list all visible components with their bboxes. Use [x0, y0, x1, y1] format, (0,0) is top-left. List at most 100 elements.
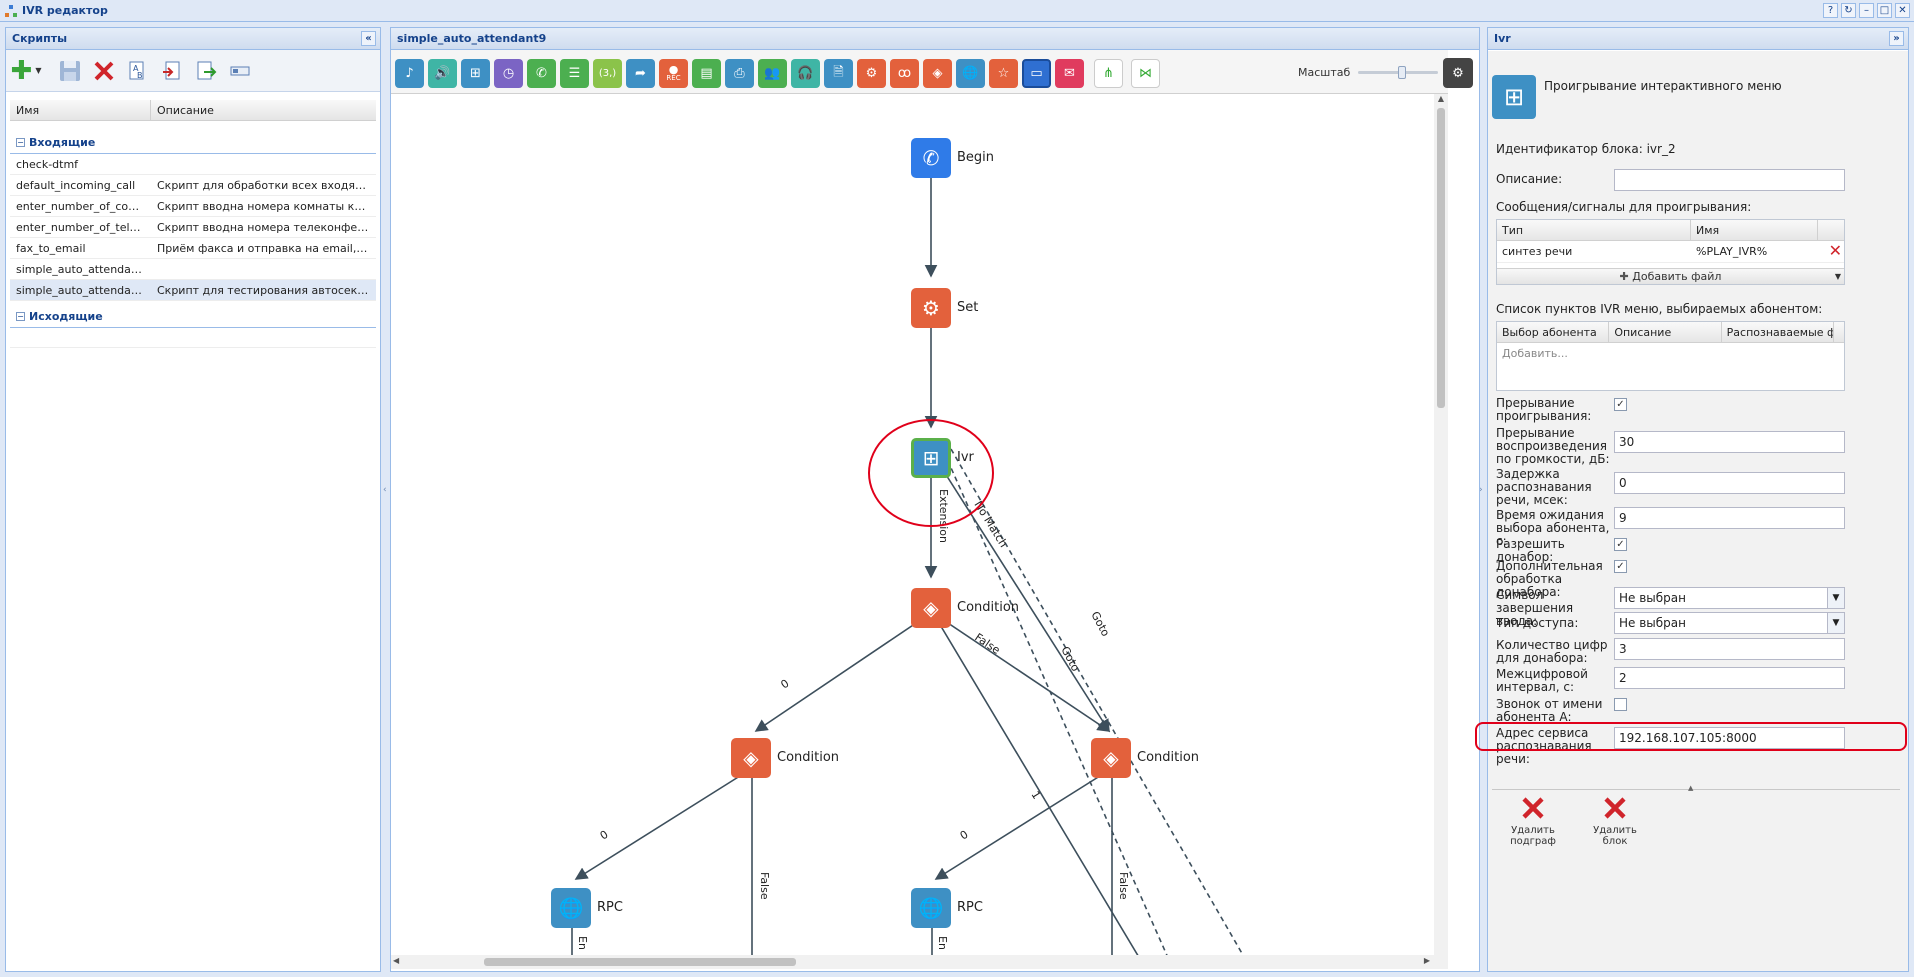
dial-checkbox[interactable]: ✓ [1614, 538, 1627, 551]
group-incoming[interactable]: − Входящие [10, 127, 376, 154]
zoom-slider-thumb[interactable] [1398, 66, 1406, 79]
block-time-button[interactable]: ◷ [494, 59, 523, 88]
settings-button[interactable]: ⚙ [1443, 58, 1473, 88]
node-begin[interactable]: ✆ [911, 138, 951, 178]
column-type[interactable]: Тип [1497, 220, 1691, 240]
block-rpc-button[interactable]: 🌐 [956, 59, 985, 88]
endsym-select[interactable]: Не выбран ▼ [1614, 587, 1845, 609]
interval-input[interactable]: 2 [1614, 667, 1845, 689]
hscroll-thumb[interactable] [484, 958, 796, 966]
node-rpc-left[interactable]: 🌐 [551, 888, 591, 928]
column-name[interactable]: Имя [10, 100, 151, 120]
block-form-button[interactable]: ☰ [560, 59, 589, 88]
node-set[interactable]: ⚙ [911, 288, 951, 328]
chevron-down-icon[interactable]: ▼ [1835, 269, 1841, 284]
group-outgoing[interactable]: − Исходящие [10, 301, 376, 328]
block-voicemail-button[interactable]: ꝏ [890, 59, 919, 88]
block-dial-button[interactable]: ✆ [527, 59, 556, 88]
column-choice[interactable]: Выбор абонента [1497, 322, 1610, 342]
canvas-vscrollbar[interactable]: ▲ [1434, 94, 1448, 955]
delete-subgraph-button[interactable]: Удалить подграф [1492, 796, 1574, 847]
node-rpc-right[interactable]: 🌐 [911, 888, 951, 928]
splitter-grip-icon[interactable]: ▲ [1688, 784, 1693, 792]
left-splitter-handle[interactable]: ‹ [383, 485, 387, 505]
column-description[interactable]: Описание [1609, 322, 1722, 342]
help-button[interactable]: ? [1823, 3, 1838, 18]
block-operator-button[interactable]: 🎧 [791, 59, 820, 88]
delete-block-button[interactable]: Удалить блок [1580, 796, 1650, 847]
globe-icon: 🌐 [558, 896, 584, 920]
zoom-slider[interactable] [1358, 66, 1438, 79]
collapse-icon[interactable]: − [16, 138, 25, 147]
refresh-button[interactable]: ↻ [1841, 3, 1856, 18]
node-condition-right[interactable]: ◈ [1091, 738, 1131, 778]
block-group-button[interactable]: 👥 [758, 59, 787, 88]
block-condition-button[interactable]: ◈ [923, 59, 952, 88]
block-record-button[interactable]: ● REC [659, 59, 688, 88]
save-button[interactable] [56, 57, 84, 85]
script-row[interactable]: simple_auto_attendant5 [10, 259, 376, 280]
block-fax-button[interactable]: ⎙ [725, 59, 754, 88]
clock-icon: ◷ [502, 66, 515, 81]
block-document-button[interactable]: 🗎 [824, 59, 853, 88]
vscroll-thumb[interactable] [1437, 108, 1445, 408]
export-script-button[interactable] [192, 57, 220, 85]
node-condition-main[interactable]: ◈ [911, 588, 951, 628]
column-recognized[interactable]: Распознаваемые ф... [1722, 322, 1834, 342]
canvas-hscrollbar[interactable]: ◀ ▶ [391, 955, 1448, 969]
script-row[interactable]: check-dtmf [10, 154, 376, 175]
block-card-button[interactable]: ▤ [692, 59, 721, 88]
messages-row[interactable]: синтез речи %PLAY_IVR% ✕ [1497, 241, 1844, 263]
rename-script-button[interactable]: AB [124, 57, 152, 85]
collapse-left-button[interactable]: « [361, 31, 376, 46]
chevron-down-icon[interactable]: ▼ [1827, 613, 1844, 633]
node-ivr[interactable]: ⊞ [911, 438, 951, 478]
block-counter-button[interactable]: (3,) [593, 59, 622, 88]
block-log-button[interactable]: ▭ [1022, 59, 1051, 88]
script-row[interactable]: enter_number_of_confe... Скрипт вводна но… [10, 196, 376, 217]
block-favorite-button[interactable]: ☆ [989, 59, 1018, 88]
collapse-right-button[interactable]: » [1889, 31, 1904, 46]
message-name: %PLAY_IVR% [1696, 245, 1768, 258]
import-script-button[interactable] [158, 57, 186, 85]
maximize-button[interactable]: □ [1877, 3, 1892, 18]
volume-input[interactable]: 30 [1614, 431, 1845, 453]
menu-add-row[interactable]: Добавить... [1497, 343, 1844, 364]
delete-script-button[interactable] [90, 57, 118, 85]
script-row[interactable]: default_incoming_call Скрипт для обработк… [10, 175, 376, 196]
minimize-button[interactable]: – [1859, 3, 1874, 18]
column-name[interactable]: Имя [1691, 220, 1818, 240]
block-play-button[interactable]: 🔊 [428, 59, 457, 88]
description-input[interactable] [1614, 169, 1845, 191]
digits-input[interactable]: 3 [1614, 638, 1845, 660]
column-description[interactable]: Описание [151, 100, 376, 120]
add-script-button[interactable]: ✚ ▼ [11, 56, 42, 86]
block-set-button[interactable]: ⚙ [857, 59, 886, 88]
scroll-up-arrow[interactable]: ▲ [1434, 94, 1448, 108]
extra-checkbox[interactable]: ✓ [1614, 560, 1627, 573]
layout-graph-button[interactable]: ⋈ [1131, 59, 1160, 88]
scroll-left-arrow[interactable]: ◀ [393, 956, 399, 965]
layout-tree-button[interactable]: ⋔ [1094, 59, 1123, 88]
block-redirect-button[interactable]: ➦ [626, 59, 655, 88]
block-music-button[interactable]: ♪ [395, 59, 424, 88]
block-email-button[interactable]: ✉ [1055, 59, 1084, 88]
callname-checkbox[interactable] [1614, 698, 1627, 711]
script-row[interactable]: fax_to_email Приём факса и отправка на em… [10, 238, 376, 259]
close-button[interactable]: ✕ [1895, 3, 1910, 18]
delay-input[interactable]: 0 [1614, 472, 1845, 494]
script-row[interactable]: enter_number_of_telec... Скрипт вводна но… [10, 217, 376, 238]
remove-message-icon[interactable]: ✕ [1829, 243, 1842, 259]
flow-canvas[interactable]: Extension No Match Goto Goto False 0 1 0… [391, 94, 1448, 969]
wait-input[interactable]: 9 [1614, 507, 1845, 529]
properties-button[interactable] [226, 57, 254, 85]
interrupt-checkbox[interactable]: ✓ [1614, 398, 1627, 411]
block-ivr-button[interactable]: ⊞ [461, 59, 490, 88]
chevron-down-icon[interactable]: ▼ [1827, 588, 1844, 608]
access-select[interactable]: Не выбран ▼ [1614, 612, 1845, 634]
add-file-button[interactable]: ✚ Добавить файл ▼ [1497, 268, 1844, 284]
node-condition-left[interactable]: ◈ [731, 738, 771, 778]
collapse-icon[interactable]: − [16, 312, 25, 321]
scroll-right-arrow[interactable]: ▶ [1424, 956, 1430, 965]
script-row-selected[interactable]: simple_auto_attendant9 Скрипт для тестиро… [10, 280, 376, 301]
